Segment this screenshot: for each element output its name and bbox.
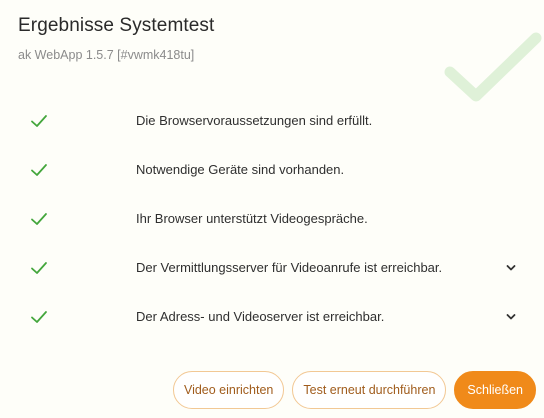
check-icon xyxy=(31,114,47,127)
check-label: Der Adress- und Videoserver ist erreichb… xyxy=(136,309,385,324)
check-item-video-support: Ihr Browser unterstützt Videogespräche. xyxy=(0,194,544,243)
check-icon xyxy=(31,212,47,225)
check-label: Der Vermittlungsserver für Videoanrufe i… xyxy=(136,260,443,275)
check-item-signaling-server[interactable]: Der Vermittlungsserver für Videoanrufe i… xyxy=(0,243,544,292)
check-label: Die Browservoraussetzungen sind erfüllt. xyxy=(136,113,373,128)
dialog-footer: Video einrichten Test erneut durchführen… xyxy=(172,371,536,409)
chevron-down-icon[interactable] xyxy=(505,262,517,274)
app-version: ak WebApp 1.5.7 [#vwmk418tu] xyxy=(18,48,195,62)
check-item-devices: Notwendige Geräte sind vorhanden. xyxy=(0,145,544,194)
dialog-title: Ergebnisse Systemtest xyxy=(18,15,215,36)
check-label: Notwendige Geräte sind vorhanden. xyxy=(136,162,345,177)
chevron-down-icon[interactable] xyxy=(505,311,517,323)
system-test-dialog: Ergebnisse Systemtest ak WebApp 1.5.7 [#… xyxy=(0,0,544,418)
setup-video-button[interactable]: Video einrichten xyxy=(172,371,285,409)
close-button[interactable]: Schließen xyxy=(454,371,536,409)
check-list: Die Browservoraussetzungen sind erfüllt.… xyxy=(0,96,544,341)
check-item-address-video-server[interactable]: Der Adress- und Videoserver ist erreichb… xyxy=(0,292,544,341)
check-label: Ihr Browser unterstützt Videogespräche. xyxy=(136,211,368,226)
check-item-browser-requirements: Die Browservoraussetzungen sind erfüllt. xyxy=(0,96,544,145)
retry-test-button[interactable]: Test erneut durchführen xyxy=(292,371,447,409)
check-icon xyxy=(31,163,47,176)
check-icon xyxy=(31,261,47,274)
check-icon xyxy=(31,310,47,323)
